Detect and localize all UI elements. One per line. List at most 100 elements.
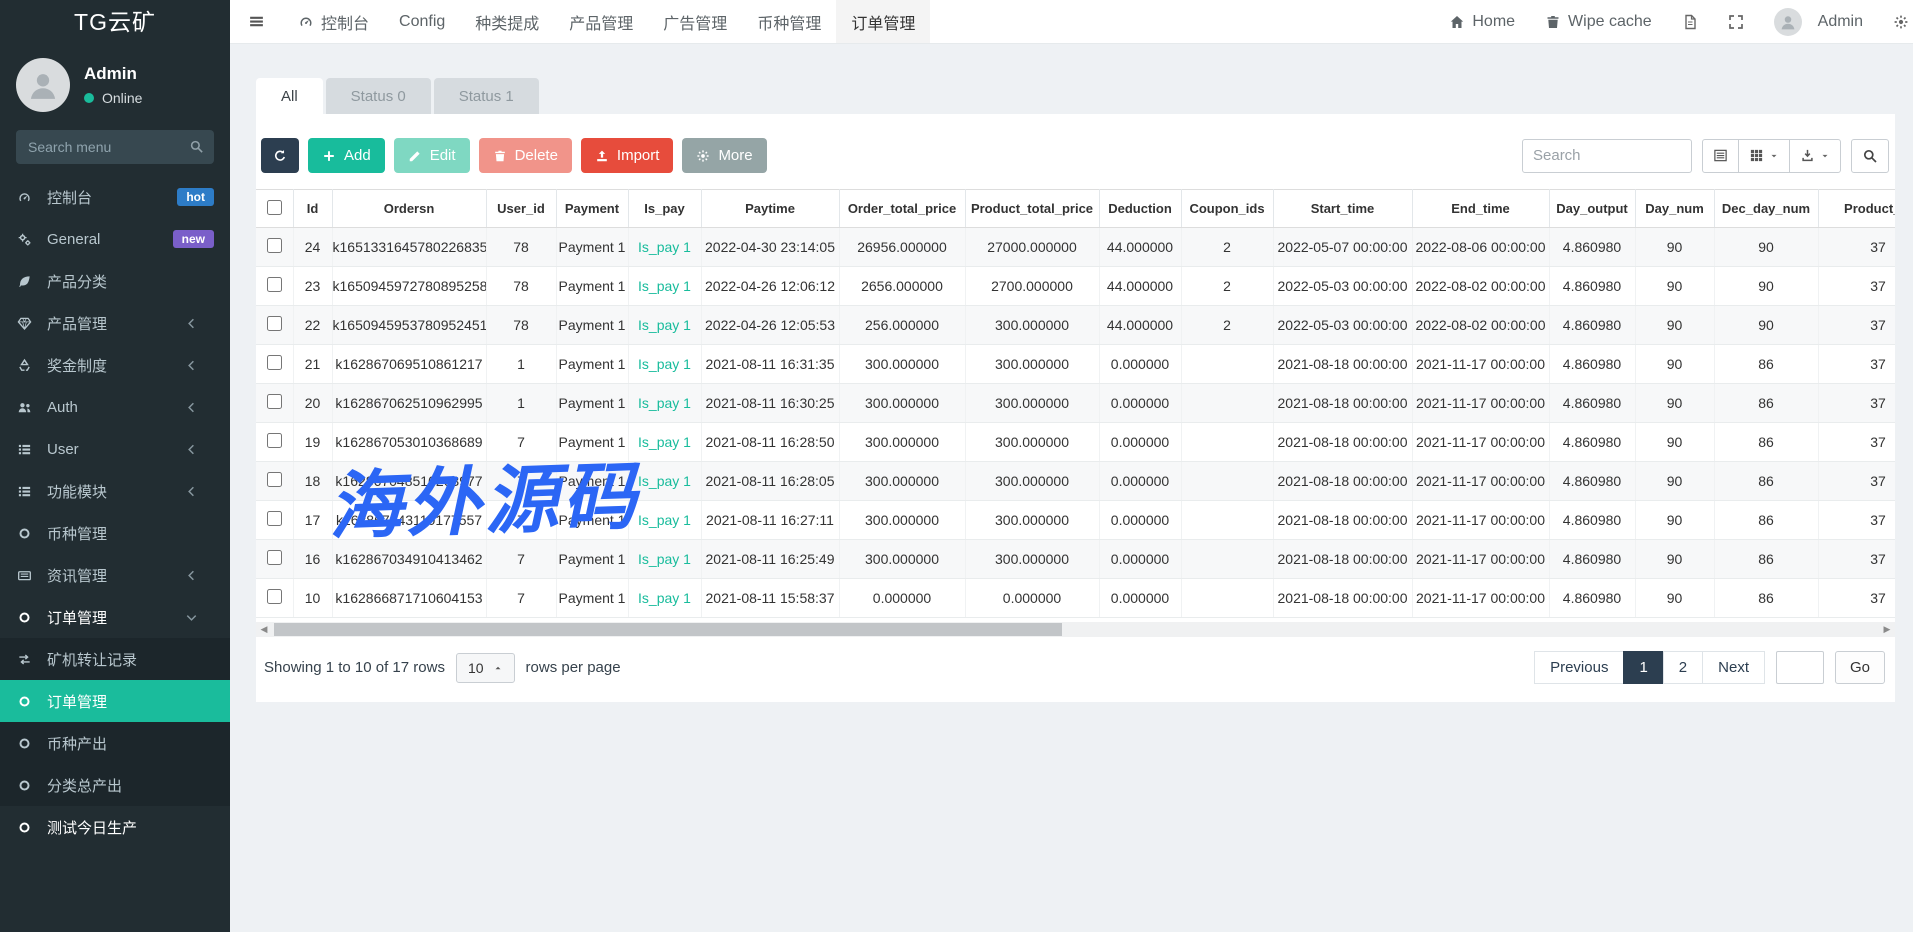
more-button[interactable]: More	[682, 138, 766, 173]
log-file-button[interactable]	[1667, 0, 1713, 43]
sidebar-item[interactable]: 产品分类	[0, 260, 230, 302]
expand-icon	[1728, 14, 1744, 30]
col-header-product_total_price[interactable]: Product_total_price	[965, 190, 1099, 228]
sidebar-subitem[interactable]: 币种产出	[0, 722, 230, 764]
page-button-previous[interactable]: Previous	[1534, 651, 1624, 684]
delete-button[interactable]: Delete	[479, 138, 572, 173]
tab-status-1[interactable]: Status 1	[434, 78, 539, 114]
cell-is_pay[interactable]: Is_pay 1	[628, 423, 701, 462]
sidebar-subitem[interactable]: 矿机转让记录	[0, 638, 230, 680]
scroll-right-arrow[interactable]: ▶	[1879, 622, 1895, 637]
row-checkbox[interactable]	[267, 277, 282, 292]
sidebar-item[interactable]: 订单管理	[0, 596, 230, 638]
col-header-user_id[interactable]: User_id	[486, 190, 556, 228]
cell-is_pay[interactable]: Is_pay 1	[628, 267, 701, 306]
sidebar-search-input[interactable]	[16, 130, 214, 164]
go-button[interactable]: Go	[1835, 651, 1885, 684]
cell-is_pay[interactable]: Is_pay 1	[628, 345, 701, 384]
topnav-item[interactable]: 种类提成	[460, 0, 554, 43]
row-checkbox[interactable]	[267, 511, 282, 526]
sidebar-item[interactable]: 控制台hot	[0, 176, 230, 218]
toggle-view-button[interactable]	[1702, 139, 1739, 173]
col-header-end_time[interactable]: End_time	[1412, 190, 1549, 228]
col-header-start_time[interactable]: Start_time	[1273, 190, 1412, 228]
row-checkbox[interactable]	[267, 394, 282, 409]
row-checkbox[interactable]	[267, 433, 282, 448]
row-checkbox[interactable]	[267, 355, 282, 370]
columns-button[interactable]	[1738, 139, 1790, 173]
cell-ordersn: k162867062510962995	[332, 384, 486, 423]
page-button-next[interactable]: Next	[1702, 651, 1765, 684]
tab-status-0[interactable]: Status 0	[326, 78, 431, 114]
sidebar-item[interactable]: Generalnew	[0, 218, 230, 260]
cell-is_pay[interactable]: Is_pay 1	[628, 462, 701, 501]
scrollbar-thumb[interactable]	[274, 623, 1062, 636]
sidebar-subitem[interactable]: 订单管理	[0, 680, 230, 722]
sidebar-item[interactable]: User	[0, 428, 230, 470]
page-button-2[interactable]: 2	[1663, 651, 1703, 684]
search-icon[interactable]	[189, 139, 204, 154]
import-button[interactable]: Import	[581, 138, 674, 173]
col-header-day_num[interactable]: Day_num	[1635, 190, 1714, 228]
app-logo[interactable]: TG云矿	[0, 0, 230, 44]
page-size-dropdown[interactable]: 10	[456, 653, 515, 683]
refresh-button[interactable]	[261, 138, 299, 173]
topnav-item[interactable]: 订单管理	[836, 0, 930, 43]
export-button[interactable]	[1789, 139, 1841, 173]
col-header-day_output[interactable]: Day_output	[1549, 190, 1635, 228]
fullscreen-button[interactable]	[1713, 0, 1759, 43]
home-button[interactable]: Home	[1434, 0, 1530, 43]
goto-page-input[interactable]	[1776, 651, 1824, 684]
row-checkbox[interactable]	[267, 472, 282, 487]
col-header-deduction[interactable]: Deduction	[1099, 190, 1181, 228]
sidebar-item[interactable]: Auth	[0, 386, 230, 428]
row-checkbox[interactable]	[267, 550, 282, 565]
tab-all[interactable]: All	[256, 78, 323, 114]
sidebar-item[interactable]: 资讯管理	[0, 554, 230, 596]
edit-button[interactable]: Edit	[394, 138, 470, 173]
sidebar-item[interactable]: 功能模块	[0, 470, 230, 512]
topnav-item[interactable]: 控制台	[283, 0, 384, 43]
col-header-id[interactable]: Id	[293, 190, 332, 228]
admin-menu[interactable]: Admin	[1759, 0, 1878, 43]
cell-is_pay[interactable]: Is_pay 1	[628, 540, 701, 579]
col-header-order_total_price[interactable]: Order_total_price	[839, 190, 965, 228]
sidebar-item[interactable]: 产品管理	[0, 302, 230, 344]
wipe-cache-button[interactable]: Wipe cache	[1530, 0, 1667, 43]
col-header-dec_day_num[interactable]: Dec_day_num	[1714, 190, 1818, 228]
cell-is_pay[interactable]: Is_pay 1	[628, 384, 701, 423]
menu-toggle-button[interactable]	[230, 0, 283, 43]
cell-product_id: 37	[1818, 306, 1895, 345]
col-header-coupon_ids[interactable]: Coupon_ids	[1181, 190, 1273, 228]
cell-is_pay[interactable]: Is_pay 1	[628, 579, 701, 618]
col-header-is_pay[interactable]: Is_pay	[628, 190, 701, 228]
table-search-input[interactable]	[1522, 139, 1692, 173]
sidebar-item[interactable]: 币种管理	[0, 512, 230, 554]
col-header-ordersn[interactable]: Ordersn	[332, 190, 486, 228]
cell-is_pay[interactable]: Is_pay 1	[628, 306, 701, 345]
topnav-item[interactable]: 币种管理	[742, 0, 836, 43]
topnav-item[interactable]: Config	[384, 0, 460, 43]
row-checkbox[interactable]	[267, 238, 282, 253]
sidebar-item-label: Auth	[47, 399, 78, 416]
settings-button[interactable]	[1878, 0, 1913, 43]
topnav-item[interactable]: 广告管理	[648, 0, 742, 43]
row-checkbox[interactable]	[267, 589, 282, 604]
advanced-search-button[interactable]	[1851, 139, 1889, 173]
col-header-product_id[interactable]: Product_id	[1818, 190, 1895, 228]
col-header-payment[interactable]: Payment	[556, 190, 628, 228]
cell-coupon_ids	[1181, 501, 1273, 540]
page-button-1[interactable]: 1	[1623, 651, 1663, 684]
sidebar-item[interactable]: 测试今日生产	[0, 806, 230, 848]
add-button[interactable]: Add	[308, 138, 385, 173]
scroll-left-arrow[interactable]: ◀	[256, 622, 272, 637]
sidebar-item[interactable]: 奖金制度	[0, 344, 230, 386]
cell-is_pay[interactable]: Is_pay 1	[628, 228, 701, 267]
horizontal-scrollbar[interactable]: ◀ ▶	[256, 622, 1895, 637]
topnav-item[interactable]: 产品管理	[554, 0, 648, 43]
sidebar-subitem[interactable]: 分类总产出	[0, 764, 230, 806]
select-all-checkbox[interactable]	[267, 200, 282, 215]
col-header-paytime[interactable]: Paytime	[701, 190, 839, 228]
cell-is_pay[interactable]: Is_pay 1	[628, 501, 701, 540]
row-checkbox[interactable]	[267, 316, 282, 331]
